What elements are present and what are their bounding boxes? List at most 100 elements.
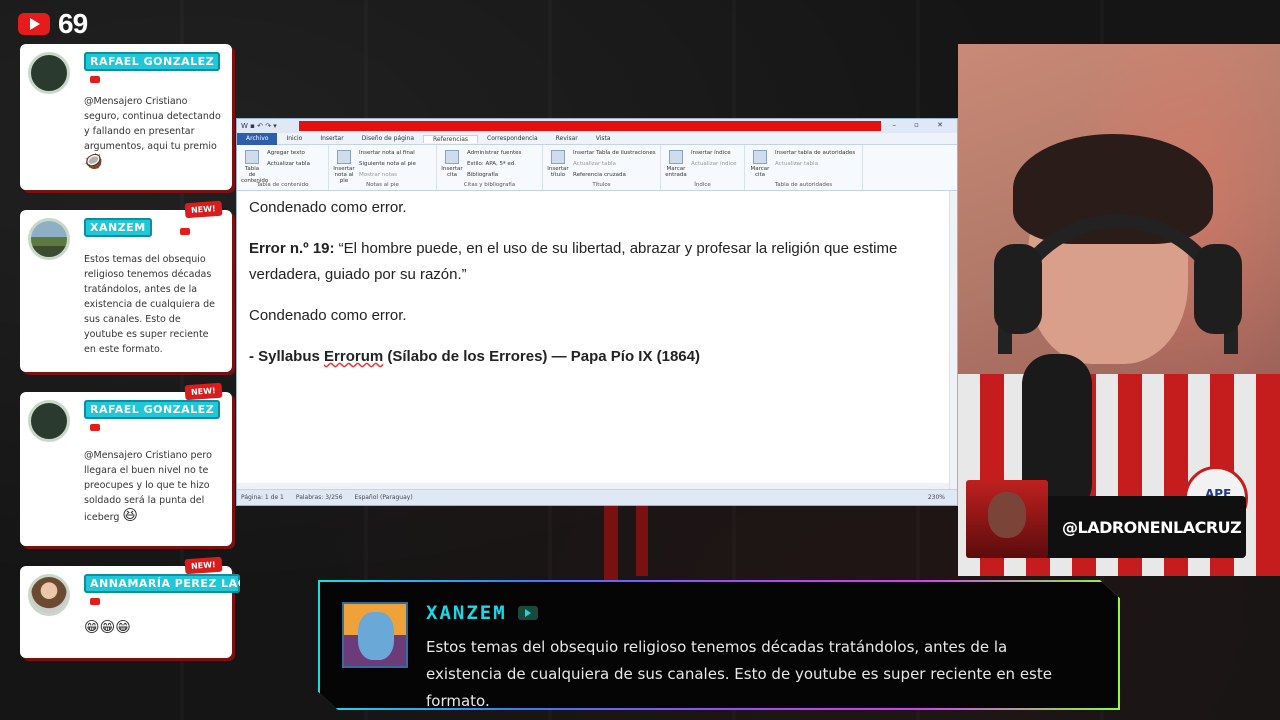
youtube-icon bbox=[90, 76, 100, 83]
channel-handle: @LADRONENLACRUZ bbox=[1062, 517, 1242, 537]
tab-referencias[interactable]: Referencias bbox=[423, 134, 479, 143]
style-select[interactable]: Estilo: APA, 5ª ed. bbox=[467, 159, 521, 170]
vertical-scrollbar[interactable] bbox=[949, 191, 957, 489]
paragraph: Condenado como error. bbox=[249, 307, 407, 324]
group-label: Notas al pie bbox=[366, 182, 399, 188]
tab-diseno[interactable]: Diseño de página bbox=[353, 135, 423, 142]
chat-card: NEW! ANNAMARÍA PEREZ LACH 😁😁😁 bbox=[20, 556, 240, 658]
grin-emoji: 😁😁😁 bbox=[84, 618, 131, 636]
chat-card: RAFAEL GONZALEZ @Mensajero Cristiano seg… bbox=[20, 44, 232, 190]
chat-author: RAFAEL GONZALEZ bbox=[84, 400, 221, 419]
zoom-level[interactable]: 230% bbox=[928, 494, 945, 501]
bibliography-button[interactable]: Bibliografía bbox=[467, 170, 521, 181]
featured-message-text: Estos temas del obsequio religioso tenem… bbox=[426, 638, 1052, 710]
caption-button-label: Insertar título bbox=[547, 166, 569, 178]
chat-message: @Mensajero Cristiano seguro, continua de… bbox=[84, 94, 222, 171]
word-window[interactable]: W ▪ ↶ ↷ ▾ – ▫ ✕ Archivo Inicio Insertar … bbox=[236, 118, 958, 506]
chat-author: RAFAEL GONZALEZ bbox=[84, 52, 221, 71]
toc-icon bbox=[245, 150, 259, 164]
avatar bbox=[28, 400, 70, 442]
update-table-button[interactable]: Actualizar tabla bbox=[267, 159, 310, 170]
paragraph: Error n.º 19: “El hombre puede, en el us… bbox=[249, 236, 937, 288]
mark-entry-label: Marcar entrada bbox=[665, 166, 687, 178]
chat-card: NEW! XANZEM Estos temas del obsequio rel… bbox=[20, 200, 232, 372]
group-footnotes: Insertar nota al pie Insertar nota al fi… bbox=[329, 145, 437, 190]
youtube-icon bbox=[180, 228, 190, 235]
caption-icon bbox=[551, 150, 565, 164]
update-authorities-button[interactable]: Actualizar tabla bbox=[775, 159, 855, 170]
group-label: Citas y bibliografía bbox=[463, 182, 516, 188]
tab-insertar[interactable]: Insertar bbox=[311, 135, 352, 142]
insert-authorities-button[interactable]: Insertar tabla de autoridades bbox=[775, 148, 855, 159]
channel-avatar bbox=[966, 480, 1048, 558]
coconut-emoji: 🥥 bbox=[84, 152, 103, 170]
tab-vista[interactable]: Vista bbox=[587, 135, 620, 142]
footnote-icon bbox=[337, 150, 351, 164]
insert-figures-table-button[interactable]: Insertar Tabla de ilustraciones bbox=[573, 148, 656, 159]
viewer-counter: 69 bbox=[18, 8, 88, 40]
error-label: Error n.º 19: bbox=[249, 240, 335, 257]
status-bar: Página: 1 de 1 Palabras: 3/256 Español (… bbox=[237, 489, 957, 505]
show-notes-button[interactable]: Mostrar notas bbox=[359, 170, 416, 181]
group-captions: Insertar título Insertar Tabla de ilustr… bbox=[543, 145, 661, 190]
chat-message-text: @Mensajero Cristiano seguro, continua de… bbox=[84, 96, 221, 152]
error-text: “El hombre puede, en el uso de su libert… bbox=[249, 240, 898, 283]
update-figures-table-button[interactable]: Actualizar tabla bbox=[573, 159, 656, 170]
source-prefix: - Syllabus bbox=[249, 348, 325, 365]
mark-citation-icon bbox=[753, 150, 767, 164]
tab-correspondencia[interactable]: Correspondencia bbox=[478, 135, 547, 142]
language-indicator[interactable]: Español (Paraguay) bbox=[355, 494, 413, 501]
ribbon: Tabla de contenido Agregar texto Actuali… bbox=[237, 145, 957, 191]
next-footnote-button[interactable]: Siguiente nota al pie bbox=[359, 159, 416, 170]
group-label: Índice bbox=[694, 182, 711, 188]
avatar bbox=[28, 574, 70, 616]
insert-endnote-button[interactable]: Insertar nota al final bbox=[359, 148, 416, 159]
chat-message: @Mensajero Cristiano pero llegara el bue… bbox=[84, 448, 222, 525]
source-line: - Syllabus Errorum (Sílabo de los Errore… bbox=[249, 344, 937, 370]
window-controls[interactable]: – ▫ ✕ bbox=[892, 121, 951, 129]
group-label: Títulos bbox=[592, 182, 611, 188]
title-redaction-bar bbox=[299, 121, 881, 131]
youtube-icon bbox=[90, 424, 100, 431]
new-badge: NEW! bbox=[184, 200, 223, 219]
word-titlebar[interactable]: W ▪ ↶ ↷ ▾ – ▫ ✕ bbox=[237, 119, 957, 133]
tab-revisar[interactable]: Revisar bbox=[547, 135, 587, 142]
youtube-icon bbox=[18, 13, 50, 35]
quick-access-toolbar[interactable]: W ▪ ↶ ↷ ▾ bbox=[241, 122, 277, 130]
youtube-icon bbox=[90, 598, 100, 605]
ribbon-tabs: Archivo Inicio Insertar Diseño de página… bbox=[237, 132, 957, 145]
laughing-emoji: 😆 bbox=[122, 506, 139, 524]
paragraph: Condenado como error. bbox=[249, 199, 407, 216]
chat-message: 😁😁😁 bbox=[84, 620, 222, 637]
insert-index-button[interactable]: Insertar índice bbox=[691, 148, 736, 159]
group-authorities: Marcar cita Insertar tabla de autoridade… bbox=[745, 145, 863, 190]
viewer-count: 69 bbox=[58, 8, 88, 39]
chat-author: ANNAMARÍA PEREZ LACH bbox=[84, 574, 240, 593]
chat-message-text: @Mensajero Cristiano pero llegara el bue… bbox=[84, 450, 212, 523]
source-suffix: (Sílabo de los Errores) — Papa Pío IX (1… bbox=[383, 348, 700, 365]
manage-sources-button[interactable]: Administrar fuentes bbox=[467, 148, 521, 159]
chat-author: XANZEM bbox=[84, 218, 152, 237]
update-index-button[interactable]: Actualizar índice bbox=[691, 159, 736, 170]
cross-reference-button[interactable]: Referencia cruzada bbox=[573, 170, 656, 181]
mark-entry-icon bbox=[669, 150, 683, 164]
group-citations: Insertar cita Administrar fuentes Estilo… bbox=[437, 145, 543, 190]
style-label: Estilo: bbox=[467, 161, 484, 167]
group-toc: Tabla de contenido Agregar texto Actuali… bbox=[237, 145, 329, 190]
chat-message: Estos temas del obsequio religioso tenem… bbox=[84, 252, 222, 357]
featured-avatar bbox=[342, 602, 408, 668]
decor-bar-right bbox=[636, 506, 648, 576]
citation-button-label: Insertar cita bbox=[441, 166, 463, 178]
style-value: APA, 5ª ed. bbox=[485, 161, 516, 167]
tab-archivo[interactable]: Archivo bbox=[237, 132, 278, 145]
featured-author: XANZEM bbox=[426, 602, 507, 624]
add-text-button[interactable]: Agregar texto bbox=[267, 148, 310, 159]
page-indicator[interactable]: Página: 1 de 1 bbox=[241, 494, 284, 501]
mark-citation-label: Marcar cita bbox=[750, 166, 770, 178]
tab-inicio[interactable]: Inicio bbox=[277, 135, 311, 142]
document-body[interactable]: Condenado como error. Error n.º 19: “El … bbox=[237, 191, 949, 489]
word-count[interactable]: Palabras: 3/256 bbox=[296, 494, 343, 501]
headphone-ear-right bbox=[1194, 244, 1242, 334]
group-label: Tabla de autoridades bbox=[774, 182, 833, 188]
youtube-icon bbox=[518, 606, 538, 620]
